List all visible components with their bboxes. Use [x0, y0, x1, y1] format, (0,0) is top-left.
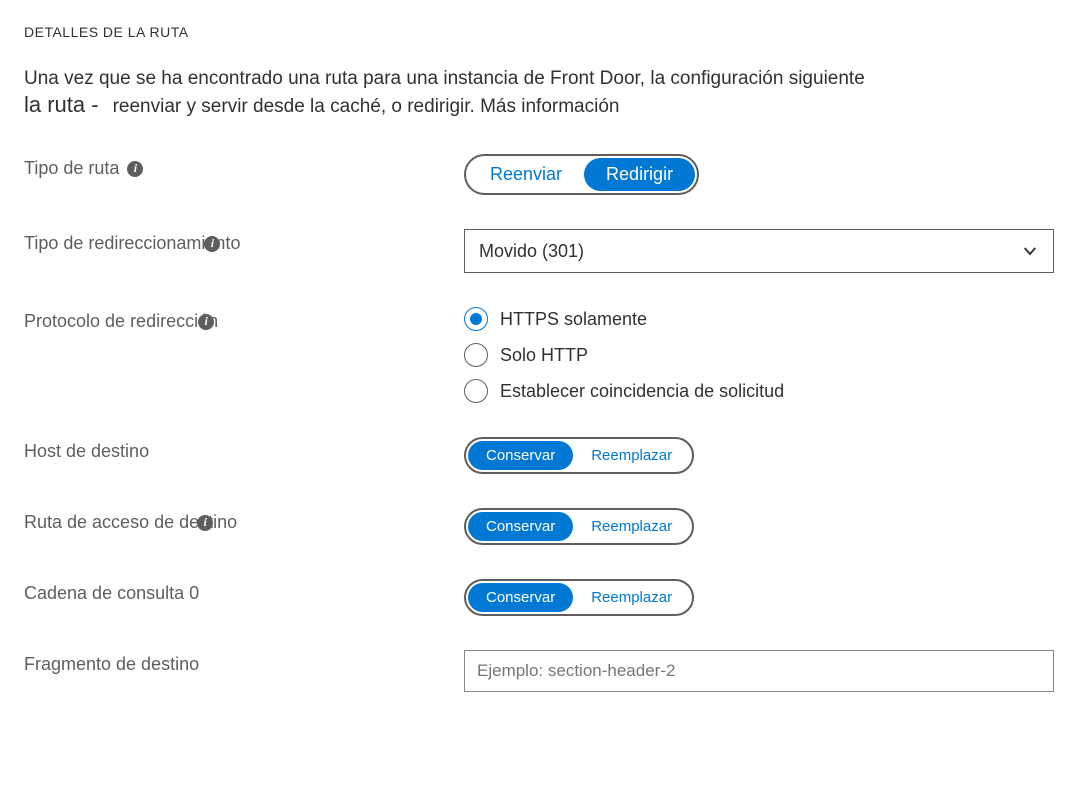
dest-path-replace[interactable]: Reemplazar: [573, 512, 690, 541]
radio-https[interactable]: HTTPS solamente: [464, 307, 1059, 331]
route-type-redirect[interactable]: Redirigir: [584, 158, 695, 191]
radio-label: HTTPS solamente: [500, 309, 647, 330]
dest-host-keep[interactable]: Conservar: [468, 441, 573, 470]
radio-icon: [464, 343, 488, 367]
section-title: DETALLES DE LA RUTA: [24, 24, 1059, 40]
dest-path-keep[interactable]: Conservar: [468, 512, 573, 541]
intro-rest: reenviar y servir desde la caché, o redi…: [113, 96, 620, 118]
chevron-down-icon: [1021, 242, 1039, 260]
redirect-protocol-radio-group: HTTPS solamente Solo HTTP Establecer coi…: [464, 307, 1059, 403]
route-type-toggle: Reenviar Redirigir: [464, 154, 699, 195]
route-type-label: Tipo de ruta: [24, 158, 119, 179]
redirect-type-value: Movido (301): [479, 241, 584, 262]
dest-fragment-label: Fragmento de destino: [24, 654, 199, 675]
radio-label: Establecer coincidencia de solicitud: [500, 381, 784, 402]
dest-host-replace[interactable]: Reemplazar: [573, 441, 690, 470]
info-icon[interactable]: i: [198, 314, 214, 330]
radio-http[interactable]: Solo HTTP: [464, 343, 1059, 367]
radio-match[interactable]: Establecer coincidencia de solicitud: [464, 379, 1059, 403]
radio-label: Solo HTTP: [500, 345, 588, 366]
redirect-protocol-label: Protocolo de redirección: [24, 311, 218, 332]
dest-path-toggle: Conservar Reemplazar: [464, 508, 694, 545]
dest-host-toggle: Conservar Reemplazar: [464, 437, 694, 474]
query-string-replace[interactable]: Reemplazar: [573, 583, 690, 612]
query-string-label: Cadena de consulta 0: [24, 583, 199, 604]
dest-host-label: Host de destino: [24, 441, 149, 462]
dest-fragment-input[interactable]: [464, 650, 1054, 692]
redirect-type-select[interactable]: Movido (301): [464, 229, 1054, 273]
query-string-keep[interactable]: Conservar: [468, 583, 573, 612]
intro-line-1: Una vez que se ha encontrado una ruta pa…: [24, 68, 1059, 90]
query-string-toggle: Conservar Reemplazar: [464, 579, 694, 616]
radio-icon: [464, 307, 488, 331]
route-type-forward[interactable]: Reenviar: [468, 158, 584, 191]
intro-line-2: la ruta - reenviar y servir desde la cac…: [24, 92, 1059, 118]
info-icon[interactable]: i: [127, 161, 143, 177]
intro-prefix: la ruta -: [24, 92, 99, 118]
info-icon[interactable]: i: [197, 515, 213, 531]
info-icon[interactable]: i: [204, 236, 220, 252]
radio-icon: [464, 379, 488, 403]
